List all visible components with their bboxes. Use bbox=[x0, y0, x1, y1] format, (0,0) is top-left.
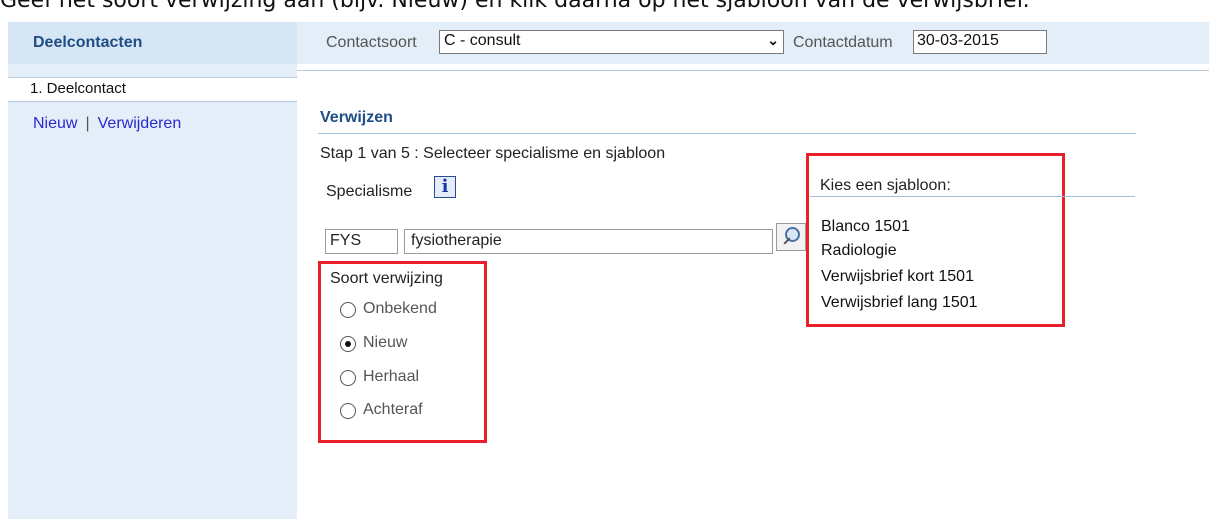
sjabloon-item[interactable]: Verwijsbrief kort 1501 bbox=[821, 268, 974, 286]
step-text: Stap 1 van 5 : Selecteer specialisme en … bbox=[320, 145, 666, 162]
radio-label: Onbekend bbox=[363, 300, 437, 317]
radio-label: Achteraf bbox=[363, 401, 423, 418]
radio-circle bbox=[340, 370, 356, 386]
left-panel: Deelcontacten 1. Deelcontact Nieuw | Verwi… bbox=[8, 22, 297, 519]
left-actions: Nieuw | Verwijderen bbox=[33, 115, 181, 133]
specialisme-code-input[interactable]: FYS bbox=[325, 229, 398, 254]
section-divider bbox=[318, 133, 1136, 134]
tab-deelcontact[interactable]: 1. Deelcontact bbox=[8, 77, 297, 102]
sjabloon-item[interactable]: Radiologie bbox=[821, 242, 897, 260]
divider bbox=[297, 70, 1209, 71]
radio-circle bbox=[340, 302, 356, 318]
left-panel-header: Deelcontacten bbox=[8, 22, 297, 64]
contactdatum-input[interactable]: 30-03-2015 bbox=[913, 30, 1047, 54]
contactdatum-value: 30-03-2015 bbox=[917, 32, 999, 49]
search-button[interactable] bbox=[776, 223, 806, 251]
chevron-down-icon: ⌄ bbox=[767, 32, 779, 48]
contactdatum-label: Contactdatum bbox=[793, 34, 893, 51]
soort-label: Soort verwijzing bbox=[330, 270, 443, 287]
radio-circle bbox=[340, 336, 356, 352]
new-link[interactable]: Nieuw bbox=[33, 115, 77, 132]
section-title: Verwijzen bbox=[320, 109, 393, 126]
radio-circle bbox=[340, 403, 356, 419]
specialisme-label: Specialisme bbox=[326, 183, 413, 200]
specialisme-desc-input[interactable]: fysiotherapie bbox=[404, 229, 773, 254]
radio-selected-dot bbox=[345, 341, 351, 347]
sjabloon-divider bbox=[810, 196, 1135, 197]
instruction-text: Geef het soort verwijzing aan (bijv. Nie… bbox=[0, 0, 1030, 13]
delete-link[interactable]: Verwijderen bbox=[98, 115, 182, 132]
specialisme-code-value: FYS bbox=[330, 232, 362, 249]
tab-deelcontact-label: 1. Deelcontact bbox=[30, 80, 126, 97]
radio-label: Nieuw bbox=[363, 334, 408, 351]
radio-label: Herhaal bbox=[363, 368, 420, 385]
contactsoort-select[interactable]: C - consult ⌄ bbox=[439, 30, 784, 54]
sjabloon-label: Kies een sjabloon: bbox=[820, 177, 951, 194]
contactsoort-label: Contactsoort bbox=[326, 34, 417, 51]
sjabloon-item[interactable]: Verwijsbrief lang 1501 bbox=[821, 294, 978, 312]
info-icon[interactable]: i bbox=[434, 176, 456, 198]
separator: | bbox=[85, 115, 90, 132]
sjabloon-item[interactable]: Blanco 1501 bbox=[821, 218, 910, 236]
left-panel-title: Deelcontacten bbox=[33, 34, 143, 51]
specialisme-desc-value: fysiotherapie bbox=[411, 232, 502, 249]
contactsoort-value: C - consult bbox=[444, 32, 521, 49]
